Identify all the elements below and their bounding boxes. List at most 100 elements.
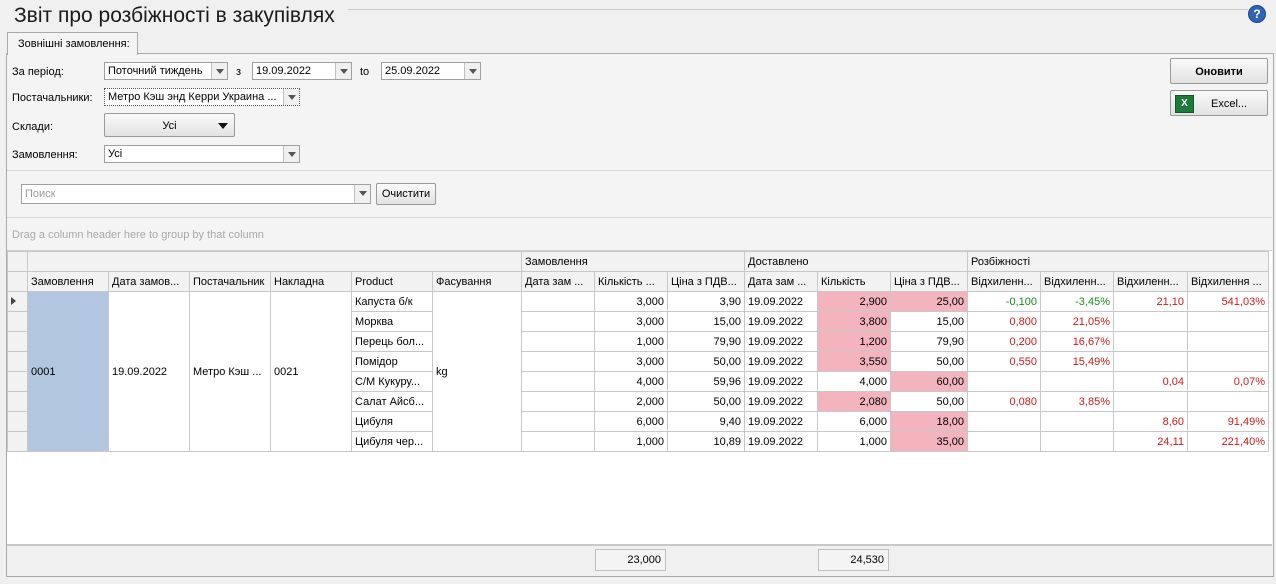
delivery-date-cell[interactable]: 19.09.2022 (744, 431, 818, 452)
order-number-cell[interactable]: 0001 (27, 291, 109, 452)
from-date-field[interactable]: 19.09.2022 (252, 62, 352, 80)
price-deviation-percent-cell[interactable]: 0,07% (1187, 371, 1269, 392)
ordered-qty-cell[interactable]: 1,000 (594, 431, 668, 452)
column-header[interactable]: Кількість (817, 271, 891, 292)
row-indicator[interactable] (7, 351, 28, 372)
delivered-qty-cell[interactable]: 2,080 (817, 391, 891, 412)
column-header[interactable]: Дата замов... (108, 271, 190, 292)
ordered-qty-cell[interactable]: 6,000 (594, 411, 668, 432)
qty-deviation-percent-cell[interactable] (1040, 371, 1114, 392)
delivered-price-cell[interactable]: 79,90 (890, 331, 968, 352)
order-date-cell[interactable] (521, 311, 595, 332)
row-indicator[interactable] (7, 411, 28, 432)
price-deviation-percent-cell[interactable] (1187, 351, 1269, 372)
product-cell[interactable]: Перець бол... (351, 331, 433, 352)
delivery-date-cell[interactable]: 19.09.2022 (744, 411, 818, 432)
delivered-qty-cell[interactable]: 1,200 (817, 331, 891, 352)
ordered-qty-cell[interactable]: 2,000 (594, 391, 668, 412)
price-deviation-percent-cell[interactable] (1187, 331, 1269, 352)
delivery-date-cell[interactable]: 19.09.2022 (744, 311, 818, 332)
ordered-qty-cell[interactable]: 3,000 (594, 311, 668, 332)
order-date-cell[interactable] (521, 431, 595, 452)
chevron-down-icon[interactable] (354, 185, 370, 203)
ordered-price-cell[interactable]: 79,90 (667, 331, 745, 352)
qty-deviation-percent-cell[interactable]: 15,49% (1040, 351, 1114, 372)
ordered-qty-cell[interactable]: 1,000 (594, 331, 668, 352)
row-indicator[interactable] (7, 431, 28, 452)
delivered-price-cell[interactable]: 25,00 (890, 291, 968, 312)
qty-deviation-cell[interactable]: 0,080 (967, 391, 1041, 412)
delivered-price-cell[interactable]: 18,00 (890, 411, 968, 432)
qty-deviation-percent-cell[interactable]: -3,45% (1040, 291, 1114, 312)
packing-cell[interactable]: kg (432, 291, 522, 452)
row-indicator[interactable] (7, 311, 28, 332)
clear-button[interactable]: Очистити (376, 183, 436, 205)
chevron-down-icon[interactable] (211, 63, 227, 79)
search-input[interactable]: Поиск (21, 184, 371, 204)
price-deviation-cell[interactable]: 21,10 (1113, 291, 1188, 312)
product-cell[interactable]: Цибуля (351, 411, 433, 432)
product-cell[interactable]: С/М Кукуру... (351, 371, 433, 392)
qty-deviation-cell[interactable] (967, 371, 1041, 392)
qty-deviation-cell[interactable]: 0,550 (967, 351, 1041, 372)
qty-deviation-percent-cell[interactable]: 16,67% (1040, 331, 1114, 352)
column-header[interactable]: Накладна (270, 271, 352, 292)
delivery-date-cell[interactable]: 19.09.2022 (744, 331, 818, 352)
chevron-down-icon[interactable] (335, 63, 351, 79)
column-header[interactable]: Ціна з ПДВ... (890, 271, 968, 292)
row-indicator[interactable] (7, 291, 28, 312)
column-header[interactable]: Відхилення ... (1187, 271, 1269, 292)
column-header[interactable]: Відхиленн... (967, 271, 1041, 292)
order-date-cell[interactable] (521, 331, 595, 352)
chevron-down-icon[interactable] (464, 63, 480, 79)
ordered-price-cell[interactable]: 50,00 (667, 351, 745, 372)
product-cell[interactable]: Помідор (351, 351, 433, 372)
ordered-price-cell[interactable]: 50,00 (667, 391, 745, 412)
row-indicator[interactable] (7, 331, 28, 352)
chevron-down-icon[interactable] (283, 146, 299, 162)
order-date-cell[interactable] (521, 351, 595, 372)
column-header[interactable]: Замовлення (27, 271, 109, 292)
column-header[interactable]: Ціна з ПДВ... (667, 271, 745, 292)
price-deviation-cell[interactable] (1113, 311, 1188, 332)
delivered-qty-cell[interactable]: 3,800 (817, 311, 891, 332)
chevron-down-icon[interactable] (283, 89, 299, 105)
product-cell[interactable]: Морква (351, 311, 433, 332)
column-header[interactable]: Product (351, 271, 433, 292)
period-select[interactable]: Поточний тиждень (104, 62, 228, 80)
qty-deviation-percent-cell[interactable]: 3,85% (1040, 391, 1114, 412)
column-header[interactable]: Дата зам ... (521, 271, 595, 292)
orders-select[interactable]: Усі (104, 145, 300, 163)
table-row[interactable]: 0001 19.09.2022 Метро Кэш ... 0021 Капуста б… (7, 291, 1269, 452)
price-deviation-percent-cell[interactable]: 221,40% (1187, 431, 1269, 452)
invoice-cell[interactable]: 0021 (270, 291, 352, 452)
ordered-price-cell[interactable]: 15,00 (667, 311, 745, 332)
price-deviation-cell[interactable]: 0,04 (1113, 371, 1188, 392)
excel-button[interactable]: X Excel... (1170, 90, 1268, 116)
qty-deviation-percent-cell[interactable] (1040, 411, 1114, 432)
order-date-cell[interactable]: 19.09.2022 (108, 291, 190, 452)
price-deviation-cell[interactable]: 8,60 (1113, 411, 1188, 432)
delivered-price-cell[interactable]: 60,00 (890, 371, 968, 392)
delivery-date-cell[interactable]: 19.09.2022 (744, 391, 818, 412)
price-deviation-percent-cell[interactable]: 91,49% (1187, 411, 1269, 432)
ordered-price-cell[interactable]: 10,89 (667, 431, 745, 452)
column-header[interactable]: Відхиленн... (1040, 271, 1114, 292)
delivered-qty-cell[interactable]: 3,550 (817, 351, 891, 372)
delivered-price-cell[interactable]: 15,00 (890, 311, 968, 332)
delivered-qty-cell[interactable]: 4,000 (817, 371, 891, 392)
tab-external-orders[interactable]: Зовнішні замовлення: (7, 32, 138, 55)
column-header[interactable]: Постачальник (189, 271, 271, 292)
ordered-qty-cell[interactable]: 4,000 (594, 371, 668, 392)
ordered-qty-cell[interactable]: 3,000 (594, 291, 668, 312)
order-date-cell[interactable] (521, 391, 595, 412)
to-date-field[interactable]: 25.09.2022 (381, 62, 481, 80)
delivered-qty-cell[interactable]: 2,900 (817, 291, 891, 312)
ordered-price-cell[interactable]: 3,90 (667, 291, 745, 312)
help-icon[interactable]: ? (1248, 5, 1266, 23)
ordered-price-cell[interactable]: 59,96 (667, 371, 745, 392)
column-header[interactable]: Кількість ... (594, 271, 668, 292)
delivered-qty-cell[interactable]: 1,000 (817, 431, 891, 452)
column-header[interactable]: Фасування (432, 271, 522, 292)
delivered-price-cell[interactable]: 50,00 (890, 351, 968, 372)
